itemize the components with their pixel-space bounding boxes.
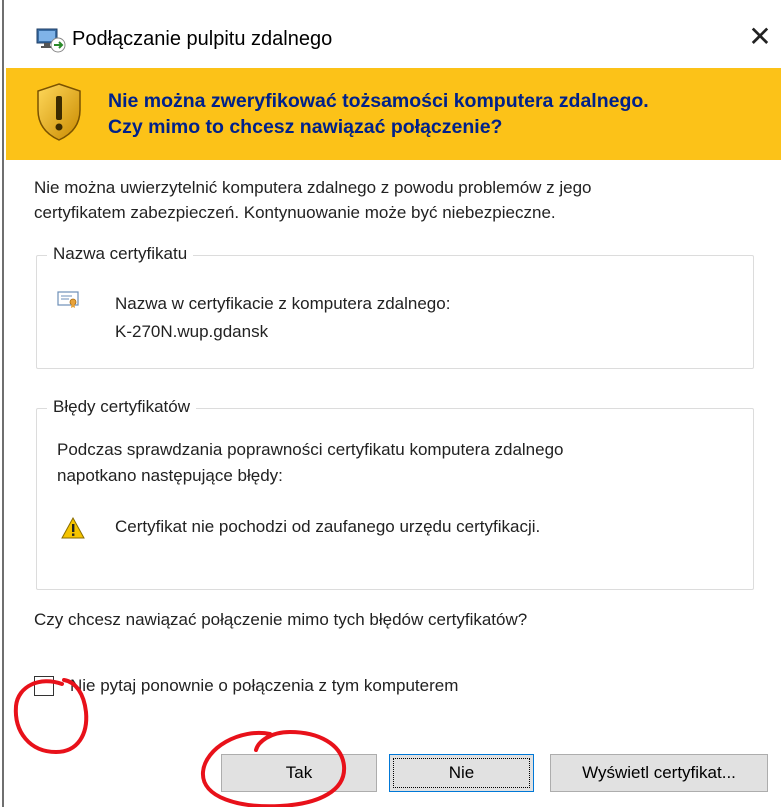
certificate-name-block: Nazwa w certyfikacie z komputera zdalneg… [115, 290, 450, 346]
certificate-errors-description: Podczas sprawdzania poprawności certyfik… [57, 437, 737, 489]
window-left-border [0, 0, 4, 807]
security-shield-icon [37, 83, 81, 141]
certificate-errors-legend: Błędy certyfikatów [47, 397, 196, 417]
banner-message: Nie można zweryfikować tożsamości komput… [108, 88, 649, 140]
certificate-icon [57, 291, 79, 308]
warning-banner: Nie można zweryfikować tożsamości komput… [6, 68, 781, 160]
intro-line-1: Nie można uwierzytelnić komputera zdalne… [34, 178, 592, 197]
certificate-name-legend: Nazwa certyfikatu [47, 244, 194, 264]
window-title: Podłączanie pulpitu zdalnego [72, 28, 333, 50]
view-certificate-button[interactable]: Wyświetl certyfikat... [550, 754, 768, 792]
intro-line-2: certyfikatem zabezpieczeń. Kontynuowanie… [34, 203, 556, 222]
banner-line-2: Czy mimo to chcesz nawiązać połączenie? [108, 116, 503, 138]
dont-ask-again-label[interactable]: Nie pytaj ponownie o połączenia z tym ko… [70, 676, 458, 696]
errors-line-2: napotkano następujące błędy: [57, 466, 283, 485]
certificate-name-value: K-270N.wup.gdansk [115, 322, 269, 341]
title-bar: Podłączanie pulpitu zdalnego ✕ [6, 0, 781, 78]
certificate-error-item: Certyfikat nie pochodzi od zaufanego urz… [115, 517, 541, 536]
certificate-name-label: Nazwa w certyfikacie z komputera zdalneg… [115, 294, 451, 313]
remote-desktop-icon [36, 28, 66, 53]
certificate-errors-group: Błędy certyfikatów Podczas sprawdzania p… [36, 397, 754, 590]
dialog-content: Nie można uwierzytelnić komputera zdalne… [6, 160, 781, 807]
yes-button[interactable]: Tak [221, 754, 377, 792]
certificate-name-group: Nazwa certyfikatu Nazwa w certyfikacie z… [36, 244, 754, 369]
no-button[interactable]: Nie [389, 754, 534, 792]
connect-question: Czy chcesz nawiązać połączenie mimo tych… [34, 610, 528, 629]
warning-icon [61, 517, 85, 539]
dont-ask-again-checkbox[interactable] [34, 676, 54, 696]
close-button[interactable]: ✕ [745, 22, 775, 52]
errors-line-1: Podczas sprawdzania poprawności certyfik… [57, 440, 564, 459]
intro-text: Nie można uwierzytelnić komputera zdalne… [34, 175, 754, 225]
banner-line-1: Nie można zweryfikować tożsamości komput… [108, 90, 649, 112]
